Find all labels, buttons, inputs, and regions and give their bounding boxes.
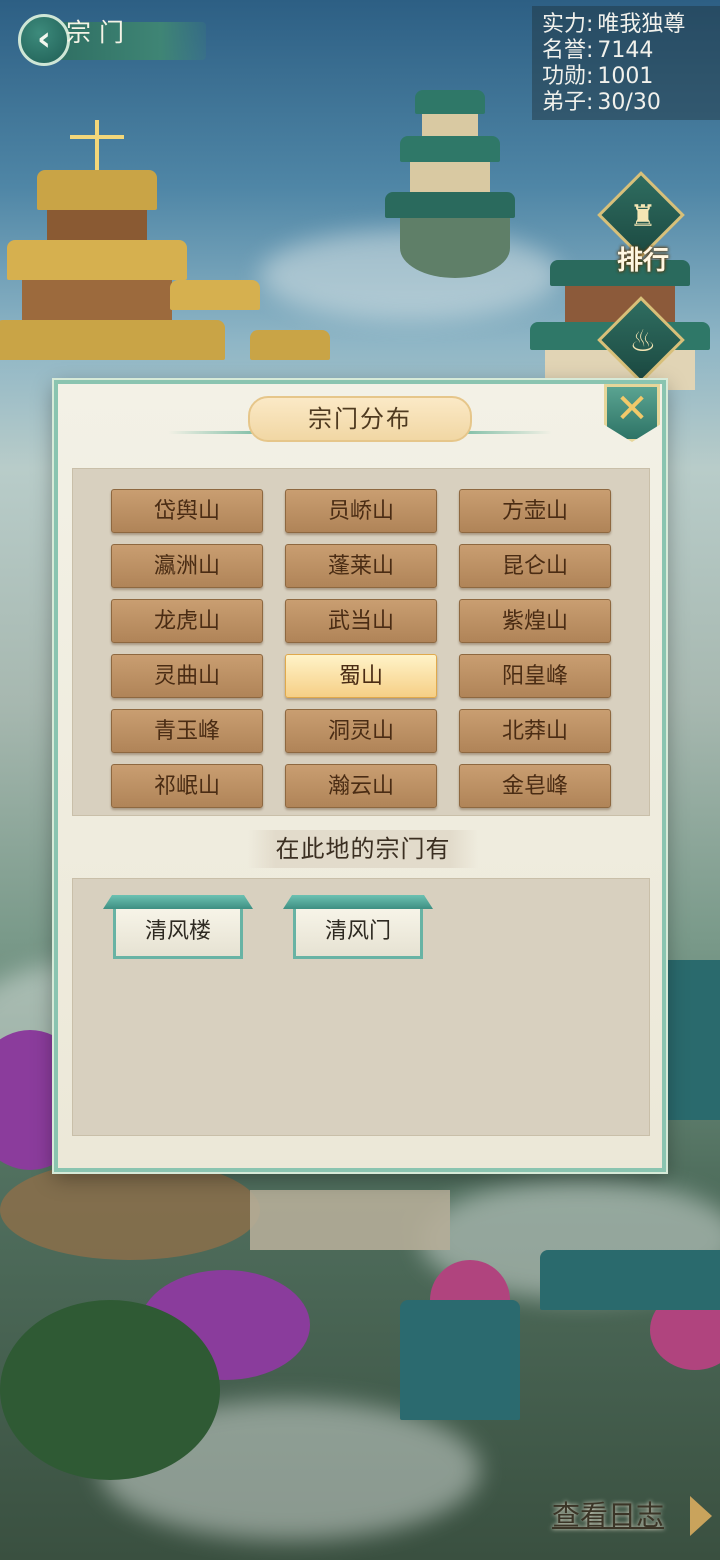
mountain-button-selected[interactable]: 蜀山: [285, 654, 437, 698]
header-bar: ‹ 宗门: [18, 14, 208, 66]
sects-header: 在此地的宗门有: [248, 830, 478, 868]
ranking-button[interactable]: ♜ 排行: [597, 171, 686, 276]
mountain-button[interactable]: 青玉峰: [111, 709, 263, 753]
sect-button[interactable]: 清风楼: [103, 895, 253, 965]
flame-emblem-icon: ♨: [629, 324, 657, 359]
chevron-left-icon: ‹: [36, 19, 51, 59]
golden-palace: [0, 90, 330, 390]
floating-pagoda: [380, 80, 520, 280]
stat-strength: 实力: 唯我独尊: [542, 12, 686, 37]
mountain-button[interactable]: 紫煌山: [459, 599, 611, 643]
mountain-button[interactable]: 员峤山: [285, 489, 437, 533]
mountain-list[interactable]: 岱舆山 员峤山 方壶山 瀛洲山 蓬莱山 昆仑山 龙虎山 武当山 紫煌山 灵曲山 …: [72, 468, 650, 816]
mountain-button[interactable]: 阳皇峰: [459, 654, 611, 698]
mountain-button[interactable]: 洞灵山: [285, 709, 437, 753]
mountain-button[interactable]: 武当山: [285, 599, 437, 643]
mountain-button[interactable]: 方壶山: [459, 489, 611, 533]
mountain-button[interactable]: 瀛洲山: [111, 544, 263, 588]
back-button[interactable]: ‹: [18, 14, 70, 66]
stat-reputation: 名誉: 7144: [542, 38, 654, 63]
dialog-header: 宗门分布: [248, 396, 472, 442]
stat-merit: 功勋: 1001: [542, 64, 654, 89]
mountain-button[interactable]: 昆仑山: [459, 544, 611, 588]
banner-icon: ♜: [629, 199, 657, 234]
ranking-label: 排行: [616, 246, 669, 276]
sect-stats: 实力: 唯我独尊 名誉: 7144 功勋: 1001 弟子: 30/30: [532, 6, 720, 120]
sect-list: 清风楼 清风门: [72, 878, 650, 1136]
sect-button[interactable]: 清风门: [283, 895, 433, 965]
mountain-button[interactable]: 北莽山: [459, 709, 611, 753]
mountain-button[interactable]: 瀚云山: [285, 764, 437, 808]
mountain-button[interactable]: 祁岷山: [111, 764, 263, 808]
close-icon: ✕: [615, 386, 649, 432]
mountain-button[interactable]: 灵曲山: [111, 654, 263, 698]
mountain-button[interactable]: 龙虎山: [111, 599, 263, 643]
page-title: 宗门: [66, 18, 133, 47]
sect-distribution-dialog: 宗门分布 ✕ 岱舆山 员峤山 方壶山 瀛洲山 蓬莱山 昆仑山 龙虎山 武当山 紫…: [54, 380, 666, 1172]
mountain-button[interactable]: 岱舆山: [111, 489, 263, 533]
mountain-button[interactable]: 蓬莱山: [285, 544, 437, 588]
view-log-link[interactable]: 查看日志: [552, 1494, 664, 1534]
emblem-button[interactable]: ♨: [597, 296, 686, 391]
mountain-button[interactable]: 金皂峰: [459, 764, 611, 808]
close-button[interactable]: ✕: [604, 384, 660, 442]
arrow-right-icon[interactable]: [690, 1496, 712, 1536]
dialog-title: 宗门分布: [308, 405, 412, 433]
stat-disciples: 弟子: 30/30: [542, 90, 661, 115]
